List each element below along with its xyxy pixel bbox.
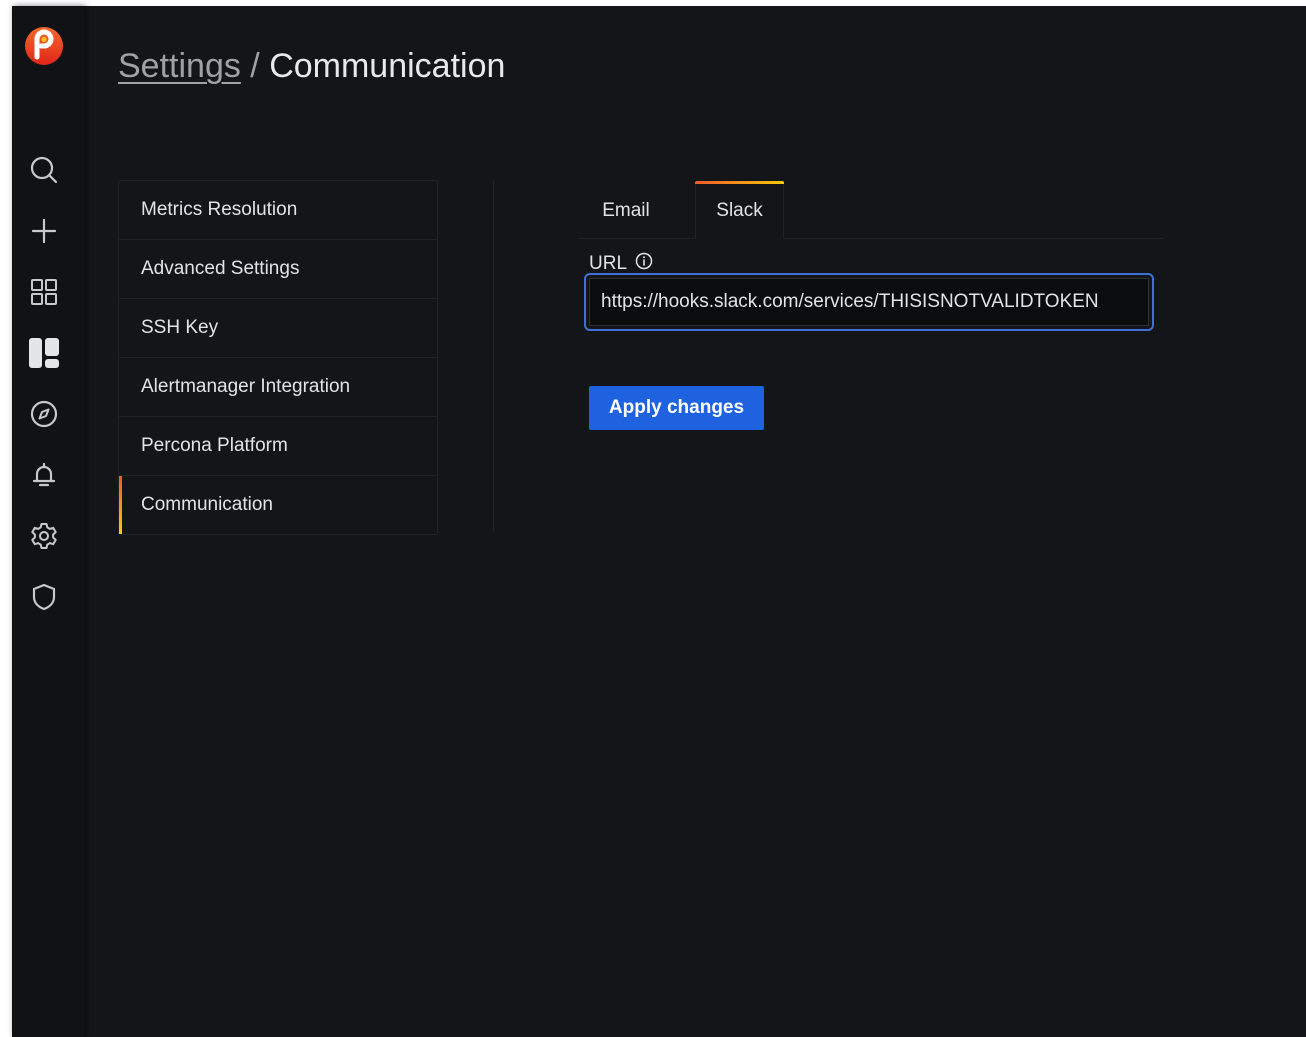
- settings-nav-item-communication[interactable]: Communication: [119, 476, 437, 534]
- breadcrumb-separator: /: [240, 47, 270, 85]
- gear-icon[interactable]: [26, 518, 62, 554]
- tab-email[interactable]: Email: [578, 181, 674, 238]
- search-icon[interactable]: [26, 152, 62, 188]
- sidebar: [12, 6, 84, 1037]
- url-label-text: URL: [589, 253, 628, 274]
- communication-tabs: Email Slack: [578, 181, 1164, 239]
- breadcrumb: Settings / Communication: [118, 44, 505, 88]
- shield-icon[interactable]: [26, 579, 62, 615]
- explore-icon[interactable]: [26, 396, 62, 432]
- panel-divider: [493, 180, 494, 532]
- plus-icon[interactable]: [26, 213, 62, 249]
- settings-nav-item-advanced-settings[interactable]: Advanced Settings: [119, 240, 437, 299]
- settings-nav-item-alertmanager-integration[interactable]: Alertmanager Integration: [119, 358, 437, 417]
- apply-changes-button[interactable]: Apply changes: [589, 386, 764, 430]
- pmm-dashboard-icon[interactable]: [26, 335, 62, 371]
- settings-nav-item-metrics-resolution[interactable]: Metrics Resolution: [119, 181, 437, 240]
- settings-nav-item-percona-platform[interactable]: Percona Platform: [119, 417, 437, 476]
- page-title: Communication: [269, 47, 506, 85]
- percona-logo-icon[interactable]: [24, 26, 64, 66]
- breadcrumb-settings-link[interactable]: Settings: [118, 47, 241, 85]
- dashboards-icon[interactable]: [26, 274, 62, 310]
- url-input-focus-ring: [584, 273, 1154, 331]
- alerting-bell-icon[interactable]: [26, 457, 62, 493]
- slack-url-input[interactable]: [589, 278, 1149, 326]
- tab-slack[interactable]: Slack: [695, 181, 784, 239]
- app-window: Settings / Communication Metrics Resolut…: [12, 6, 1306, 1037]
- settings-nav: Metrics Resolution Advanced Settings SSH…: [118, 180, 438, 535]
- settings-nav-item-ssh-key[interactable]: SSH Key: [119, 299, 437, 358]
